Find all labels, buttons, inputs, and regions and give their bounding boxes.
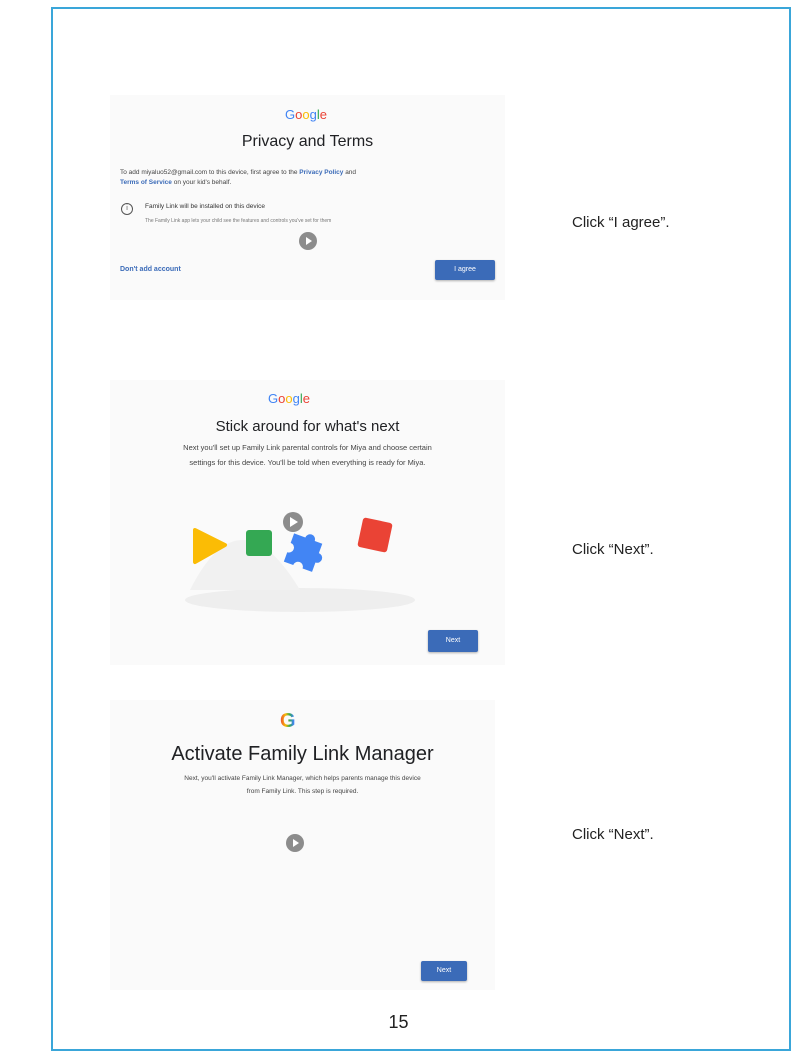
- google-g-logo: G: [280, 710, 296, 732]
- caption-1: Click “I agree”.: [572, 214, 670, 231]
- caption-2: Click “Next”.: [572, 541, 654, 558]
- stick-around-body-2: settings for this device. You'll be told…: [189, 458, 426, 467]
- info-title: Family Link will be installed on this de…: [145, 203, 265, 210]
- stick-around-body-1: Next you'll set up Family Link parental …: [183, 443, 432, 452]
- terms-of-service-link[interactable]: Terms of Service: [120, 179, 172, 186]
- caption-3: Click “Next”.: [572, 826, 654, 843]
- google-logo-2: Google: [268, 391, 310, 406]
- illustration-ground: [185, 588, 415, 612]
- play-icon-3[interactable]: [286, 834, 304, 852]
- stick-around-title: Stick around for what's next: [215, 418, 400, 435]
- i-agree-button[interactable]: I agree: [435, 260, 495, 280]
- info-icon: i: [121, 203, 133, 215]
- activate-manager-title: Activate Family Link Manager: [171, 743, 434, 765]
- next-button-1[interactable]: Next: [428, 630, 478, 652]
- privacy-terms-title: Privacy and Terms: [241, 133, 374, 150]
- dont-add-account-link[interactable]: Don't add account: [120, 266, 181, 273]
- blue-puzzle-icon: [283, 533, 323, 572]
- play-icon-1[interactable]: [299, 232, 317, 250]
- page-number: 15: [388, 1012, 409, 1032]
- family-link-illustration: [185, 512, 415, 612]
- activate-manager-body-2: from Family Link. This step is required.: [246, 788, 359, 795]
- green-square-icon: [246, 530, 272, 556]
- info-detail: The Family Link app lets your child see …: [145, 218, 332, 224]
- privacy-terms-body: To add miyaluo52@gmail.com to this devic…: [120, 169, 357, 186]
- activate-manager-body-1: Next, you'll activate Family Link Manage…: [184, 775, 421, 782]
- privacy-policy-link[interactable]: Privacy Policy: [299, 169, 343, 176]
- red-square-icon: [357, 517, 393, 553]
- google-logo-1: Google: [285, 107, 327, 122]
- next-button-2[interactable]: Next: [421, 961, 467, 981]
